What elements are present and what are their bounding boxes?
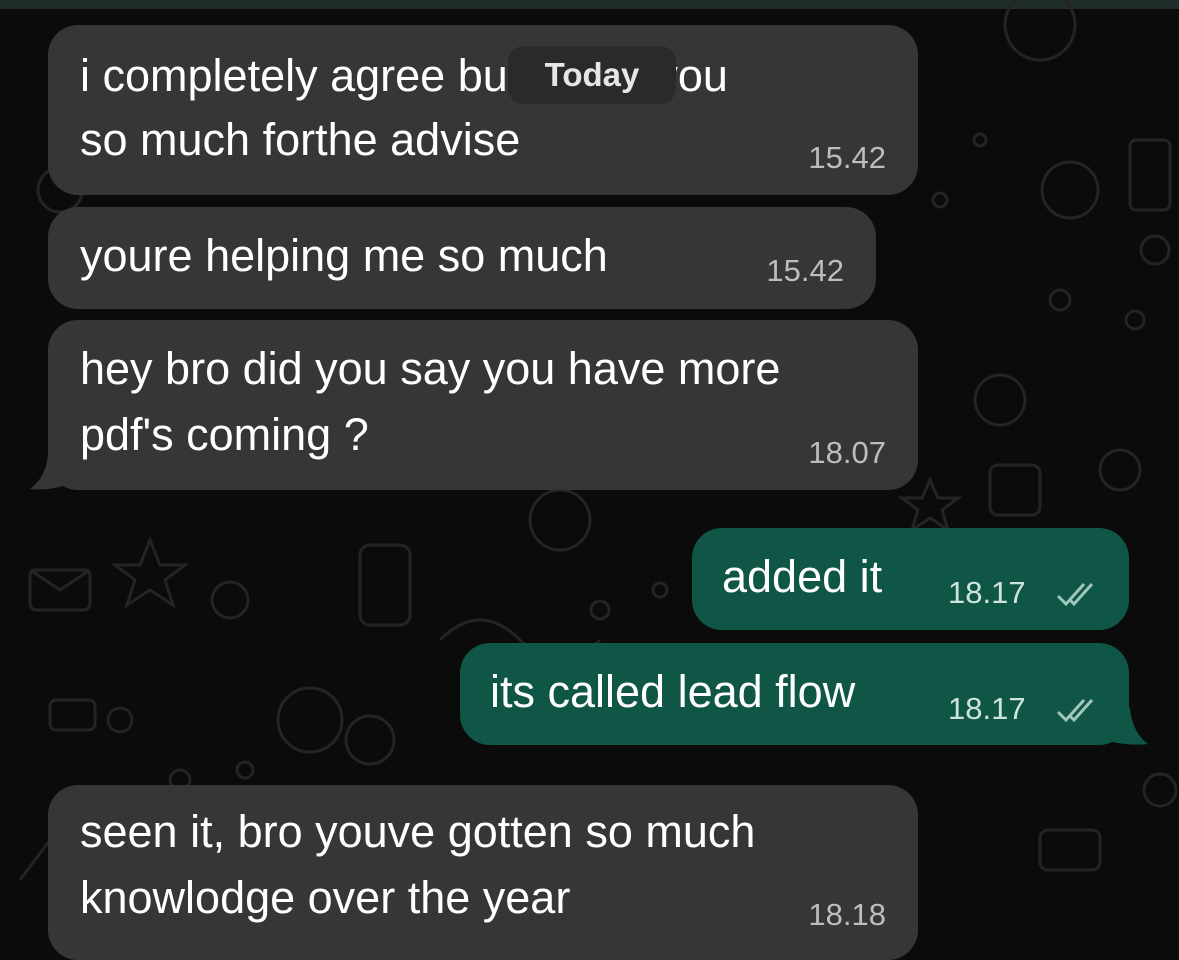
message-text-line: its called lead flow xyxy=(490,666,856,717)
message-text-line: pdf's coming ? xyxy=(80,409,369,460)
message-timestamp: 18.17 xyxy=(948,575,1026,610)
message-bubble-outgoing[interactable]: added it 18.17 xyxy=(692,528,1129,630)
message-bubble-outgoing[interactable]: its called lead flow 18.17 xyxy=(460,643,1129,745)
date-divider: Today xyxy=(508,46,676,104)
message-bubble-incoming[interactable]: hey bro did you say you have more pdf's … xyxy=(48,320,918,490)
message-text-line: knowlodge over the year xyxy=(80,872,571,923)
message-timestamp: 15.42 xyxy=(808,140,886,175)
message-text-line: added it xyxy=(722,551,883,602)
message-timestamp: 18.07 xyxy=(808,435,886,470)
double-check-icon xyxy=(1056,698,1094,723)
message-bubble-incoming[interactable]: youre helping me so much 15.42 xyxy=(48,207,876,309)
message-timestamp: 18.17 xyxy=(948,691,1026,726)
message-bubble-incoming[interactable]: seen it, bro youve gotten so much knowlo… xyxy=(48,785,918,960)
double-check-icon xyxy=(1056,582,1094,607)
message-text-line: hey bro did you say you have more xyxy=(80,343,781,394)
message-timestamp: 18.18 xyxy=(808,897,886,932)
message-timestamp: 15.42 xyxy=(766,253,844,288)
message-text-line: seen it, bro youve gotten so much xyxy=(80,806,756,857)
message-text-line: youre helping me so much xyxy=(80,230,608,281)
message-bubble-incoming[interactable]: i completely agree but thank you so much… xyxy=(48,25,918,195)
message-text-line: so much forthe advise xyxy=(80,114,521,165)
